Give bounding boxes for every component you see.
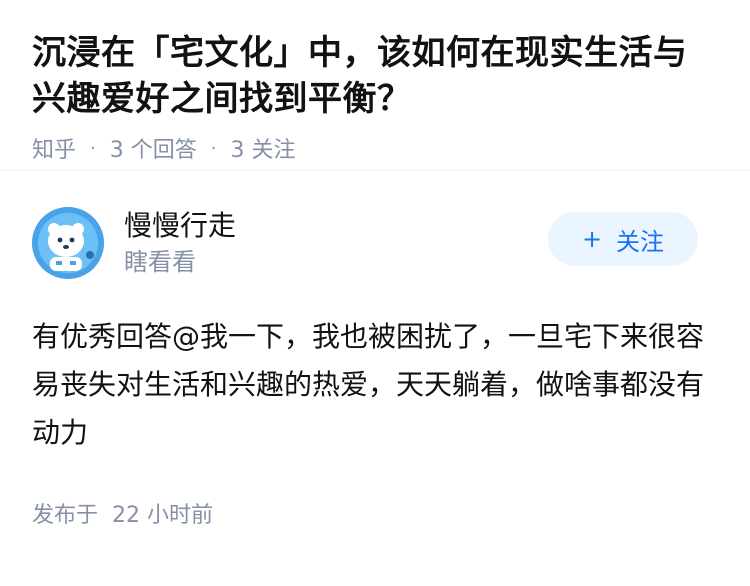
author-name[interactable]: 慢慢行走 [124,208,236,244]
follow-count[interactable]: 3 关注 [230,132,295,164]
plus-icon: + [581,225,603,253]
avatar-bear-icon [32,207,104,279]
separator-dot: · [210,137,217,159]
answer-content[interactable]: 有优秀回答@我一下，我也被困扰了，一旦宅下来很容易丧失对生活和兴趣的热爱，天天躺… [32,313,712,457]
published-label: 发布于 [32,503,99,528]
author-bio: 瞎看看 [124,248,196,276]
answer-count[interactable]: 3 个回答 [110,132,197,164]
published-time: 22 小时前 [112,503,214,528]
question-title[interactable]: 沉浸在「宅文化」中，该如何在现实生活与兴趣爱好之间找到平衡？ [32,30,718,122]
source-label[interactable]: 知乎 [32,132,76,164]
follow-button[interactable]: + 关注 [548,212,698,266]
follow-button-label: 关注 [616,227,665,256]
separator-dot: · [90,137,96,159]
avatar[interactable] [32,207,104,279]
answer-footer: 发布于 22 小时前 [32,497,718,529]
question-meta: 知乎 · 3 个回答 · 3 关注 [32,132,718,164]
author-info: 慢慢行走 瞎看看 [124,208,236,278]
question-header: 沉浸在「宅文化」中，该如何在现实生活与兴趣爱好之间找到平衡？ 知乎 · 3 个回… [0,0,750,170]
